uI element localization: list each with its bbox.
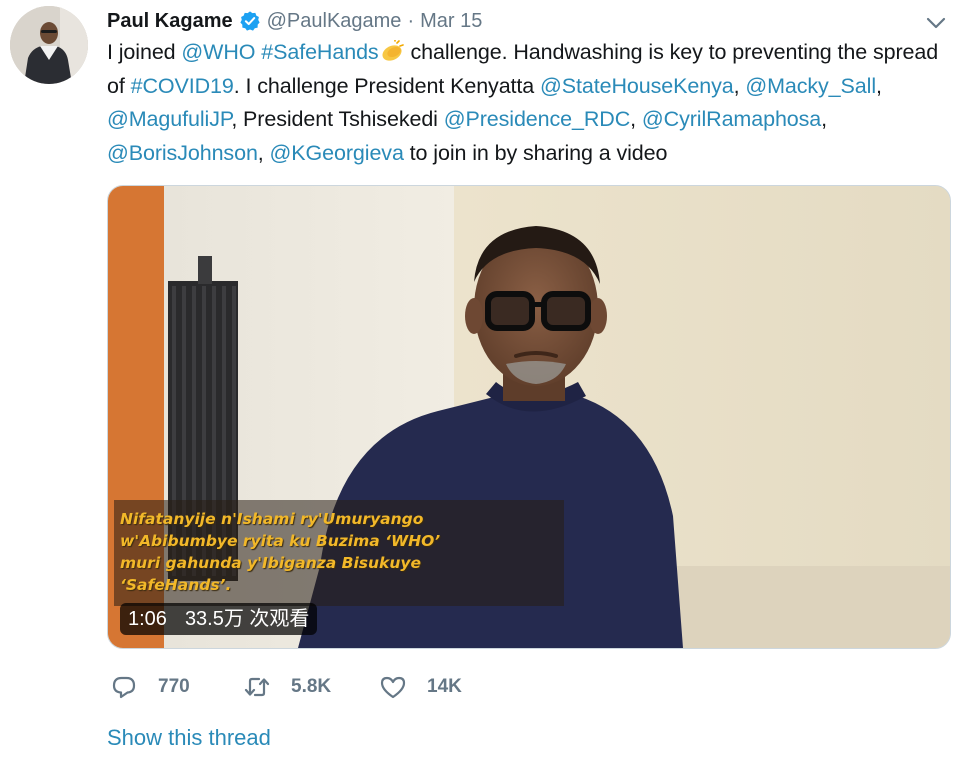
chevron-down-icon[interactable] xyxy=(925,14,947,32)
like-count: 14K xyxy=(427,676,462,697)
mention-link[interactable]: @KGeorgieva xyxy=(270,141,404,165)
video-view-count: 33.5万 次观看 xyxy=(184,608,310,630)
text-part: , xyxy=(821,107,828,131)
verified-badge-icon xyxy=(239,10,261,32)
video-subtitle: Nifatanyije n'Ishami ry'Umuryango w'Abib… xyxy=(120,510,441,594)
video-duration-badge: 1:06 33.5万 次观看 xyxy=(120,603,318,635)
retweet-count: 5.8K xyxy=(291,676,332,697)
text-part: . I challenge President Kenyatta xyxy=(233,73,541,98)
retweet-button[interactable]: 5.8K xyxy=(243,673,379,701)
text-part: , xyxy=(257,140,270,165)
separator-dot: · xyxy=(407,10,415,32)
tweet-header: Paul Kagame @PaulKagame · Mar 15 xyxy=(107,7,482,35)
mention-link[interactable]: @BorisJohnson xyxy=(107,141,258,165)
text-part: , President Tshisekedi xyxy=(231,107,444,131)
reply-icon xyxy=(112,676,136,699)
like-button[interactable]: 14K xyxy=(379,673,499,701)
author-handle[interactable]: @PaulKagame xyxy=(267,7,402,35)
text-part: to join in by sharing a video xyxy=(403,140,668,165)
hashtag-link[interactable]: #SafeHands xyxy=(261,40,378,64)
mention-link[interactable]: @WHO xyxy=(181,40,255,64)
mention-link[interactable]: @CyrilRamaphosa xyxy=(642,107,821,131)
tweet-date[interactable]: Mar 15 xyxy=(420,7,482,35)
mention-link[interactable]: @MagufuliJP xyxy=(107,107,231,131)
clapping-hands-emoji xyxy=(379,39,405,61)
retweet-icon xyxy=(244,677,270,697)
video-player[interactable]: Nifatanyije n'Ishami ry'Umuryango w'Abib… xyxy=(107,185,951,649)
mention-link[interactable]: @Macky_Sall xyxy=(745,74,876,98)
mention-link[interactable]: @StateHouseKenya xyxy=(540,74,734,98)
author-display-name[interactable]: Paul Kagame xyxy=(107,7,233,35)
reply-count: 770 xyxy=(158,676,190,697)
mention-link[interactable]: @Presidence_RDC xyxy=(444,107,631,131)
hashtag-link[interactable]: #COVID19 xyxy=(131,74,234,98)
text-part: , xyxy=(876,73,882,98)
text-part: , xyxy=(733,73,746,98)
video-duration: 1:06 xyxy=(128,608,167,630)
show-thread-link[interactable]: Show this thread xyxy=(107,724,271,752)
tweet: Paul Kagame @PaulKagame · Mar 15 I joine… xyxy=(0,0,968,764)
heart-icon xyxy=(380,676,406,699)
reply-button[interactable]: 770 xyxy=(110,673,243,701)
tweet-actions: 770 5.8K 14K xyxy=(110,671,499,703)
avatar[interactable] xyxy=(10,6,88,84)
text-part: , xyxy=(630,107,642,131)
text-part: I joined xyxy=(107,40,182,64)
tweet-text: I joined @WHO #SafeHands challenge. Hand… xyxy=(107,36,957,170)
